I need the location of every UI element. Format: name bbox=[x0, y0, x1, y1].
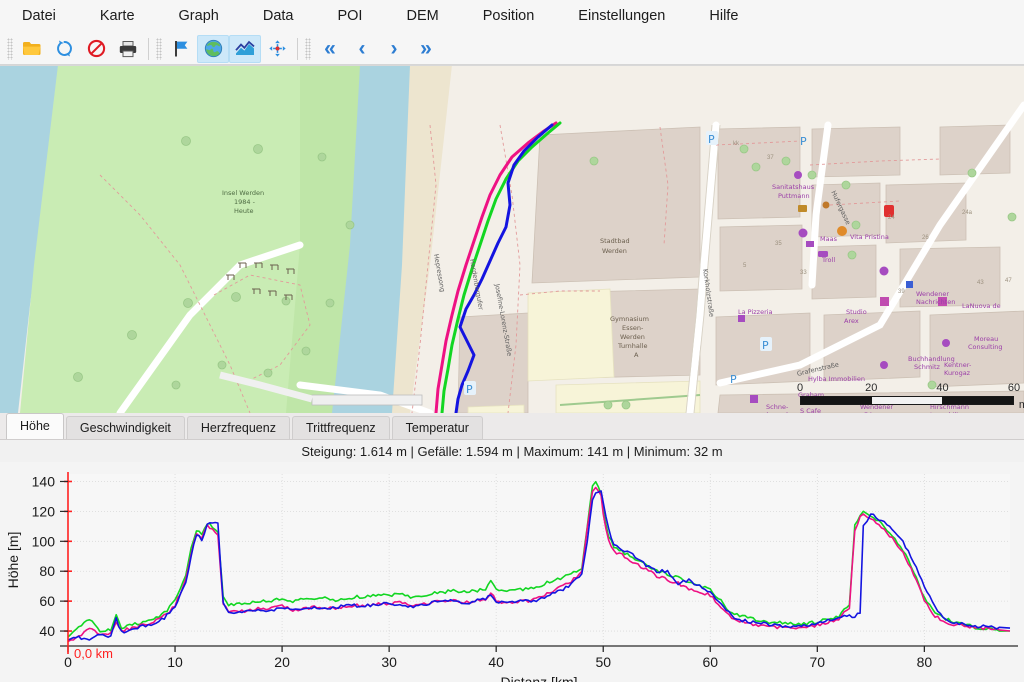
tab-herzfrequenz[interactable]: Herzfrequenz bbox=[186, 416, 290, 439]
chart-x-tick-label: 30 bbox=[381, 654, 397, 670]
graph-statistics-row: Steigung: 1.614 m | Gefälle: 1.594 m | M… bbox=[0, 440, 1024, 462]
map-house-number: 37 bbox=[767, 155, 774, 161]
toolbar-separator-1 bbox=[148, 37, 149, 60]
map-house-number: kk bbox=[733, 141, 739, 147]
chart-x-tick-label: 60 bbox=[702, 654, 718, 670]
open-folder-icon bbox=[23, 41, 41, 55]
chart-x-tick-label: 10 bbox=[167, 654, 183, 670]
toolbar: « ‹ › » bbox=[0, 33, 1024, 65]
cancel-button[interactable] bbox=[80, 35, 112, 63]
menu-item-poi[interactable]: POI bbox=[323, 4, 376, 28]
last-button[interactable]: » bbox=[410, 35, 442, 63]
refresh-button[interactable] bbox=[48, 35, 80, 63]
menu-item-dem[interactable]: DEM bbox=[392, 4, 452, 28]
cancel-icon bbox=[87, 39, 105, 58]
menu-bar: Datei Karte Graph Data POI DEM Position … bbox=[0, 0, 1024, 33]
globe-map-icon bbox=[204, 39, 222, 58]
fit-center-button[interactable] bbox=[261, 35, 293, 63]
menu-item-karte[interactable]: Karte bbox=[86, 4, 149, 28]
tab-geschwindigkeit[interactable]: Geschwindigkeit bbox=[65, 416, 185, 439]
first-icon: « bbox=[324, 37, 336, 60]
map-house-number: 5 bbox=[743, 263, 747, 269]
last-icon: » bbox=[420, 37, 432, 60]
chart-y-tick-label: 120 bbox=[32, 503, 56, 519]
refresh-icon bbox=[56, 40, 72, 57]
chart-x-tick-label: 70 bbox=[810, 654, 826, 670]
chart-x-tick-label: 20 bbox=[274, 654, 290, 670]
chart-plot-area bbox=[68, 474, 1010, 646]
chart-y-tick-label: 80 bbox=[39, 563, 55, 579]
tab-trittfrequenz[interactable]: Trittfrequenz bbox=[291, 416, 390, 439]
first-button[interactable]: « bbox=[314, 35, 346, 63]
toolbar-separator-2 bbox=[297, 37, 298, 60]
chart-y-tick-label: 140 bbox=[32, 473, 56, 489]
svg-text:P: P bbox=[762, 339, 769, 352]
map-house-number: 39 bbox=[898, 289, 905, 295]
scale-tick-labels: 0 20 40 60 bbox=[796, 382, 1020, 396]
previous-button[interactable]: ‹ bbox=[346, 35, 378, 63]
toolbar-grip-2[interactable] bbox=[156, 37, 162, 60]
map-house-number: 24a bbox=[962, 210, 973, 216]
scale-unit-label: m bbox=[1018, 399, 1024, 411]
open-folder-button[interactable] bbox=[16, 35, 48, 63]
map-house-number: 47 bbox=[1005, 278, 1012, 284]
tab-temperatur[interactable]: Temperatur bbox=[391, 416, 483, 439]
print-button[interactable] bbox=[112, 35, 144, 63]
svg-text:P: P bbox=[708, 133, 715, 146]
map-house-number: 43 bbox=[977, 280, 984, 286]
menu-item-hilfe[interactable]: Hilfe bbox=[695, 4, 752, 28]
graph-tab-bar: Höhe Geschwindigkeit Herzfrequenz Trittf… bbox=[0, 413, 1024, 440]
chart-graph-icon bbox=[235, 40, 255, 55]
chart-y-tick-label: 60 bbox=[39, 593, 55, 609]
application-window: Datei Karte Graph Data POI DEM Position … bbox=[0, 0, 1024, 682]
show-graph-button[interactable] bbox=[229, 34, 261, 63]
next-button[interactable]: › bbox=[378, 35, 410, 63]
map-house-number: 24 bbox=[888, 215, 895, 221]
menu-item-graph[interactable]: Graph bbox=[165, 4, 233, 28]
toolbar-grip-3[interactable] bbox=[305, 37, 311, 60]
previous-icon: ‹ bbox=[358, 37, 366, 60]
chart-y-tick-label: 100 bbox=[32, 533, 56, 549]
svg-text:P: P bbox=[800, 135, 807, 148]
scale-tick-1: 20 bbox=[865, 382, 878, 394]
elevation-chart-svg[interactable]: 0 10 20 30 40 50 60 70 80 40 60 80 100 120 140 Distanz… bbox=[0, 462, 1024, 682]
scale-tick-0: 0 bbox=[796, 382, 804, 394]
menu-item-datei[interactable]: Datei bbox=[8, 4, 70, 28]
map-top-border bbox=[0, 65, 1024, 66]
map-canvas[interactable]: P P P P P P bbox=[0, 65, 1024, 413]
chart-x-axis-label: Distanz [km] bbox=[500, 674, 577, 682]
scale-tick-2: 40 bbox=[936, 382, 949, 394]
tab-hoehe[interactable]: Höhe bbox=[6, 413, 64, 439]
svg-text:P: P bbox=[730, 373, 737, 386]
chart-y-axis-label: Höhe [m] bbox=[5, 532, 21, 589]
chart-x-tick-label: 40 bbox=[488, 654, 504, 670]
menu-item-einstellungen[interactable]: Einstellungen bbox=[564, 4, 679, 28]
chart-cursor-label: 0,0 km bbox=[74, 646, 113, 661]
map-house-number: 35 bbox=[775, 241, 782, 247]
scale-bar-segments bbox=[800, 396, 1014, 405]
chart-x-tick-label: 0 bbox=[64, 654, 72, 670]
map-house-number: 33 bbox=[800, 270, 807, 276]
scale-tick-3: 60 bbox=[1007, 382, 1021, 394]
flag-button[interactable] bbox=[165, 35, 197, 63]
toolbar-grip[interactable] bbox=[7, 37, 13, 60]
svg-text:P: P bbox=[466, 383, 473, 396]
next-icon: › bbox=[390, 37, 398, 60]
menu-item-data[interactable]: Data bbox=[249, 4, 308, 28]
menu-item-position[interactable]: Position bbox=[469, 4, 549, 28]
graph-statistics-text: Steigung: 1.614 m | Gefälle: 1.594 m | M… bbox=[301, 443, 723, 459]
show-map-button[interactable] bbox=[197, 34, 229, 63]
elevation-chart[interactable]: 0 10 20 30 40 50 60 70 80 40 60 80 100 120 140 Distanz… bbox=[0, 462, 1024, 682]
flag-icon bbox=[175, 41, 188, 57]
chart-x-tick-label: 80 bbox=[917, 654, 933, 670]
chart-x-tick-label: 50 bbox=[595, 654, 611, 670]
map-house-number: 26 bbox=[922, 235, 929, 241]
map-scale-bar: 0 20 40 60 m bbox=[796, 382, 1024, 411]
map-view[interactable]: P P P P P P bbox=[0, 65, 1024, 413]
print-icon bbox=[119, 40, 137, 57]
chart-y-tick-label: 40 bbox=[39, 623, 55, 639]
fit-center-icon bbox=[268, 40, 286, 57]
